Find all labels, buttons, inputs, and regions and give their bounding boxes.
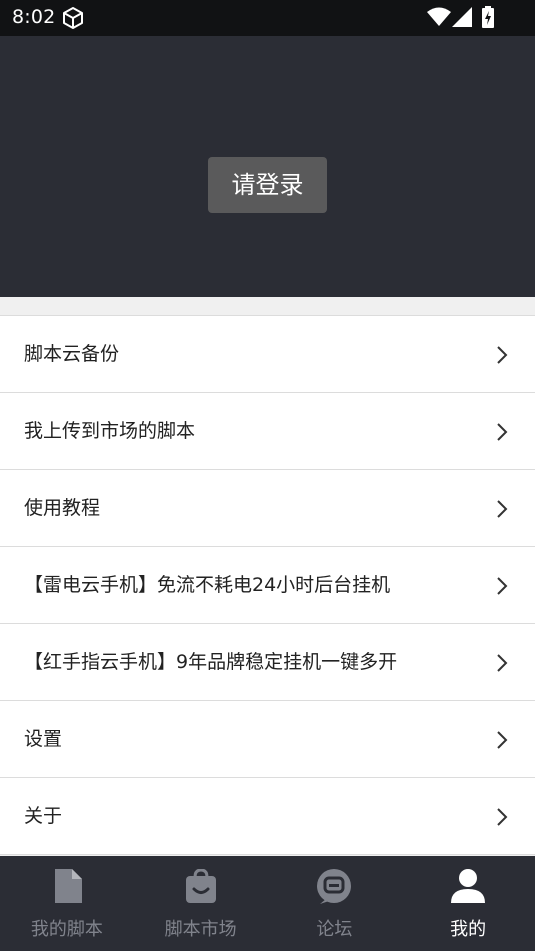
tab-script-market[interactable]: 脚本市场: [134, 856, 268, 951]
menu-item-label: 使用教程: [24, 497, 101, 519]
menu-item-label: 【红手指云手机】9年品牌稳定挂机一键多开: [24, 651, 398, 673]
status-bar: 8:02: [0, 0, 535, 36]
tab-label: 我的: [450, 919, 487, 940]
battery-icon: [481, 6, 495, 32]
tab-my-scripts[interactable]: 我的脚本: [0, 856, 134, 951]
tab-forum[interactable]: 论坛: [268, 856, 402, 951]
chevron-right-icon: [495, 422, 509, 446]
menu-item-label: 脚本云备份: [24, 343, 120, 365]
chevron-right-icon: [495, 345, 509, 369]
menu-item-about[interactable]: 关于: [0, 778, 535, 855]
status-time: 8:02: [12, 6, 56, 28]
tab-label: 我的脚本: [30, 919, 103, 940]
tab-mine[interactable]: 我的: [401, 856, 535, 951]
wifi-icon: [427, 7, 451, 31]
tab-label: 论坛: [316, 919, 353, 940]
chevron-right-icon: [495, 807, 509, 831]
menu-item-my-uploads[interactable]: 我上传到市场的脚本: [0, 393, 535, 470]
signal-icon: [452, 7, 472, 31]
login-button[interactable]: 请登录: [208, 157, 327, 213]
menu-list: 脚本云备份 我上传到市场的脚本 使用教程 【雷电云手机】免流不耗电24小时后台挂…: [0, 315, 535, 855]
menu-item-leidian-ad[interactable]: 【雷电云手机】免流不耗电24小时后台挂机: [0, 547, 535, 624]
bottom-tab-bar: 我的脚本 脚本市场 论坛 我的: [0, 856, 535, 951]
cube-icon: [61, 6, 85, 34]
person-icon: [451, 869, 486, 907]
menu-item-label: 关于: [24, 805, 63, 827]
chevron-right-icon: [495, 576, 509, 600]
menu-item-cloud-backup[interactable]: 脚本云备份: [0, 316, 535, 393]
document-icon: [52, 869, 82, 907]
menu-item-label: 我上传到市场的脚本: [24, 420, 196, 442]
tab-label: 脚本市场: [164, 919, 237, 940]
profile-header: 请登录: [0, 36, 535, 297]
menu-item-tutorial[interactable]: 使用教程: [0, 470, 535, 547]
chevron-right-icon: [495, 730, 509, 754]
menu-item-label: 【雷电云手机】免流不耗电24小时后台挂机: [24, 574, 391, 596]
menu-item-settings[interactable]: 设置: [0, 701, 535, 778]
chat-bubble-icon: [316, 869, 352, 909]
chevron-right-icon: [495, 499, 509, 523]
menu-item-hongshouzhi-ad[interactable]: 【红手指云手机】9年品牌稳定挂机一键多开: [0, 624, 535, 701]
chevron-right-icon: [495, 653, 509, 677]
menu-item-label: 设置: [24, 728, 63, 750]
shopping-bag-icon: [185, 868, 217, 907]
